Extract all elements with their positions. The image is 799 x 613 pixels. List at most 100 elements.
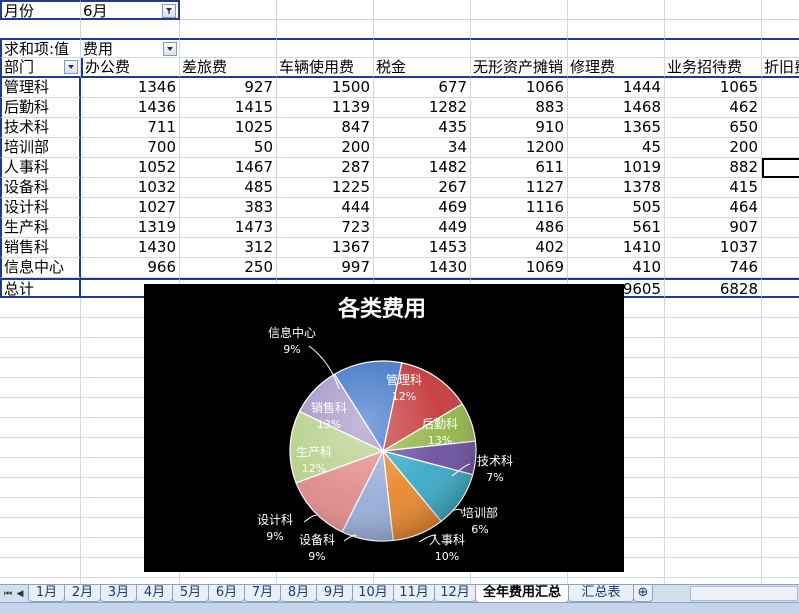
data-cell[interactable]: 561 — [568, 218, 665, 238]
cell[interactable] — [665, 538, 762, 558]
cell[interactable] — [374, 0, 471, 20]
prev-sheet-icon[interactable]: ◀ — [14, 586, 26, 602]
cell[interactable] — [568, 0, 665, 20]
data-cell[interactable]: 1116 — [471, 198, 568, 218]
sheet-tab-7[interactable]: 8月 — [280, 585, 317, 602]
data-cell[interactable]: 486 — [471, 218, 568, 238]
data-cell[interactable]: 50 — [180, 138, 277, 158]
row-header[interactable]: 后勤科 — [0, 98, 81, 118]
data-cell[interactable]: 966 — [81, 258, 180, 278]
cell[interactable] — [0, 298, 81, 318]
data-cell[interactable]: 464 — [665, 198, 762, 218]
data-cell[interactable]: 1065 — [665, 78, 762, 98]
row-header[interactable]: 销售科 — [0, 238, 81, 258]
cell[interactable] — [665, 338, 762, 358]
data-cell[interactable] — [762, 218, 799, 238]
data-cell[interactable]: 997 — [277, 258, 374, 278]
data-cell[interactable]: 723 — [277, 218, 374, 238]
data-cell[interactable]: 1444 — [568, 78, 665, 98]
cell[interactable] — [762, 538, 799, 558]
cell[interactable] — [762, 458, 799, 478]
column-header[interactable]: 业务招待费 — [665, 58, 762, 78]
cell[interactable] — [180, 0, 277, 20]
row-field-cell[interactable]: 部门 — [0, 58, 81, 78]
data-cell[interactable]: 1410 — [568, 238, 665, 258]
column-header[interactable]: 税金 — [374, 58, 471, 78]
cell[interactable] — [665, 298, 762, 318]
cell[interactable] — [0, 378, 81, 398]
data-cell[interactable]: 444 — [277, 198, 374, 218]
cell[interactable] — [665, 478, 762, 498]
data-cell[interactable]: 700 — [81, 138, 180, 158]
cell[interactable] — [665, 418, 762, 438]
cell[interactable] — [762, 518, 799, 538]
data-cell[interactable]: 746 — [665, 258, 762, 278]
cell[interactable] — [0, 418, 81, 438]
cell[interactable] — [0, 518, 81, 538]
cell[interactable] — [665, 398, 762, 418]
cell[interactable] — [568, 38, 665, 58]
cell[interactable] — [665, 38, 762, 58]
data-cell[interactable]: 882 — [665, 158, 762, 178]
data-cell[interactable]: 650 — [665, 118, 762, 138]
total-cell[interactable] — [762, 278, 799, 298]
data-cell[interactable]: 449 — [374, 218, 471, 238]
data-cell[interactable]: 1482 — [374, 158, 471, 178]
data-cell[interactable]: 415 — [665, 178, 762, 198]
cell[interactable] — [762, 0, 799, 20]
cell[interactable] — [665, 378, 762, 398]
data-cell[interactable]: 435 — [374, 118, 471, 138]
row-header[interactable]: 设备科 — [0, 178, 81, 198]
pie-chart[interactable]: 各类费用 管理科 12% 后勤科 13% 技术科 7% 培训部 6% 人事科 10% 设备科 9% 设计… — [144, 284, 624, 572]
sheet-tab-8[interactable]: 9月 — [316, 585, 353, 602]
data-cell[interactable]: 402 — [471, 238, 568, 258]
data-cell[interactable]: 1346 — [81, 78, 180, 98]
data-cell[interactable]: 1430 — [374, 258, 471, 278]
cell[interactable] — [0, 318, 81, 338]
data-cell[interactable]: 1378 — [568, 178, 665, 198]
sum-label[interactable]: 求和项:值 — [0, 38, 81, 58]
data-cell[interactable]: 485 — [180, 178, 277, 198]
selected-cell[interactable] — [762, 158, 799, 178]
column-field-dropdown-icon[interactable] — [163, 42, 177, 56]
cell[interactable] — [0, 538, 81, 558]
cell[interactable] — [762, 438, 799, 458]
data-cell[interactable]: 1468 — [568, 98, 665, 118]
data-cell[interactable]: 1365 — [568, 118, 665, 138]
cell[interactable] — [762, 38, 799, 58]
sheet-tab-5[interactable]: 6月 — [208, 585, 245, 602]
data-cell[interactable]: 383 — [180, 198, 277, 218]
column-header[interactable]: 修理费 — [568, 58, 665, 78]
sheet-tab-9[interactable]: 10月 — [352, 585, 394, 602]
data-cell[interactable] — [762, 138, 799, 158]
data-cell[interactable] — [762, 178, 799, 198]
data-cell[interactable]: 45 — [568, 138, 665, 158]
data-cell[interactable]: 1066 — [471, 78, 568, 98]
cell[interactable] — [762, 20, 799, 40]
data-cell[interactable]: 847 — [277, 118, 374, 138]
sheet-tab-6[interactable]: 7月 — [244, 585, 281, 602]
data-cell[interactable] — [762, 78, 799, 98]
cell[interactable] — [0, 358, 81, 378]
data-cell[interactable]: 1282 — [374, 98, 471, 118]
filter-value-cell[interactable]: 6月 — [81, 0, 180, 20]
total-label[interactable]: 总计 — [0, 278, 81, 298]
cell[interactable] — [762, 378, 799, 398]
cell[interactable] — [374, 20, 471, 40]
data-cell[interactable]: 611 — [471, 158, 568, 178]
data-cell[interactable]: 312 — [180, 238, 277, 258]
row-header[interactable]: 管理科 — [0, 78, 81, 98]
sheet-tab-11[interactable]: 12月 — [434, 585, 476, 602]
sheet-tab-3[interactable]: 4月 — [136, 585, 173, 602]
data-cell[interactable]: 287 — [277, 158, 374, 178]
cell[interactable] — [0, 478, 81, 498]
data-cell[interactable]: 910 — [471, 118, 568, 138]
column-header[interactable]: 差旅费 — [180, 58, 277, 78]
data-cell[interactable]: 505 — [568, 198, 665, 218]
data-cell[interactable]: 250 — [180, 258, 277, 278]
data-cell[interactable] — [762, 98, 799, 118]
sheet-tab-12[interactable]: 全年费用汇总 — [475, 585, 569, 603]
row-header[interactable]: 培训部 — [0, 138, 81, 158]
data-cell[interactable]: 1473 — [180, 218, 277, 238]
cell[interactable] — [762, 298, 799, 318]
